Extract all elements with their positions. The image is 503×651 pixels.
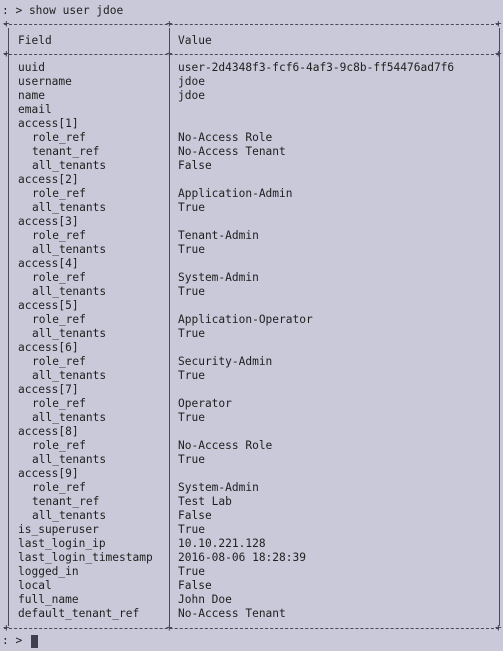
- cursor[interactable]: [31, 635, 38, 648]
- table-row-field: access[7]: [18, 383, 79, 396]
- table-row-field: default_tenant_ref: [18, 607, 140, 620]
- table-row-field: username: [18, 75, 72, 88]
- table-row-value: Application-Operator: [178, 313, 313, 326]
- table-left-border: [8, 28, 9, 626]
- table-row-field: tenant_ref: [32, 495, 100, 508]
- table-row-field: access[2]: [18, 173, 79, 186]
- table-row-value: No-Access Role: [178, 439, 273, 452]
- table-row-field: name: [18, 89, 45, 102]
- command-line: : > show user jdoe: [2, 4, 124, 17]
- table-row-value: 2016-08-06 18:28:39: [178, 551, 306, 564]
- table-row-field: all_tenants: [32, 285, 107, 298]
- table-row-field: all_tenants: [32, 453, 107, 466]
- table-row-field: access[6]: [18, 341, 79, 354]
- table-row-value: Security-Admin: [178, 355, 273, 368]
- table-row-field: last_login_timestamp: [18, 551, 153, 564]
- table-row-field: all_tenants: [32, 509, 107, 522]
- table-row-value: False: [178, 579, 212, 592]
- table-row-field: all_tenants: [32, 411, 107, 424]
- table-row-field: all_tenants: [32, 327, 107, 340]
- table-row-field: email: [18, 103, 52, 116]
- table-top-border: [4, 24, 499, 25]
- table-row-value: jdoe: [178, 89, 205, 102]
- table-corner: +: [166, 621, 173, 634]
- table-row-value: Test Lab: [178, 495, 232, 508]
- table-row-field: logged_in: [18, 565, 79, 578]
- table-row-field: access[1]: [18, 117, 79, 130]
- table-bottom-border: [4, 628, 499, 629]
- table-row-field: role_ref: [32, 481, 86, 494]
- table-row-value: No-Access Tenant: [178, 145, 286, 158]
- table-row-value: System-Admin: [178, 481, 259, 494]
- table-row-value: True: [178, 201, 205, 214]
- table-row-field: role_ref: [32, 131, 86, 144]
- table-row-value: True: [178, 565, 205, 578]
- table-row-value: True: [178, 327, 205, 340]
- table-row-field: last_login_ip: [18, 537, 106, 550]
- table-row-field: is_superuser: [18, 523, 99, 536]
- table-row-value: Application-Admin: [178, 187, 293, 200]
- table-row-field: tenant_ref: [32, 145, 100, 158]
- table-row-field: local: [18, 579, 52, 592]
- table-row-value: user-2d4348f3-fcf6-4af3-9c8b-ff54476ad7f…: [178, 61, 455, 74]
- table-row-value: John Doe: [178, 593, 232, 606]
- table-row-value: jdoe: [178, 75, 205, 88]
- table-row-value: False: [178, 159, 212, 172]
- table-row-value: No-Access Role: [178, 131, 273, 144]
- table-row-value: No-Access Tenant: [178, 607, 286, 620]
- table-row-field: all_tenants: [32, 243, 107, 256]
- table-row-field: access[3]: [18, 215, 79, 228]
- prompt: : >: [2, 634, 23, 647]
- table-row-value: False: [178, 509, 212, 522]
- table-row-field: role_ref: [32, 229, 86, 242]
- table-row-value: True: [178, 369, 205, 382]
- table-row-value: True: [178, 453, 205, 466]
- table-row-field: access[5]: [18, 299, 79, 312]
- table-row-field: full_name: [18, 593, 79, 606]
- table-row-field: all_tenants: [32, 201, 107, 214]
- table-row-field: access[8]: [18, 425, 79, 438]
- table-row-value: True: [178, 243, 205, 256]
- table-right-border: [499, 28, 500, 626]
- table-corner: +: [495, 621, 502, 634]
- table-row-field: role_ref: [32, 313, 86, 326]
- table-row-value: True: [178, 523, 205, 536]
- table-row-field: uuid: [18, 61, 45, 74]
- table-row-value: 10.10.221.128: [178, 537, 266, 550]
- header-separator: [4, 54, 499, 55]
- table-row-field: role_ref: [32, 397, 86, 410]
- table-row-field: role_ref: [32, 187, 86, 200]
- table-row-field: role_ref: [32, 271, 86, 284]
- header-field: Field: [18, 34, 52, 47]
- table-column-separator: [169, 28, 170, 626]
- table-row-value: True: [178, 411, 205, 424]
- table-row-field: access[9]: [18, 467, 79, 480]
- table-row-field: role_ref: [32, 355, 86, 368]
- table-row-value: Tenant-Admin: [178, 229, 259, 242]
- terminal-window[interactable]: : > show user jdoe + + + Field Value + +…: [0, 0, 503, 651]
- table-row-value: System-Admin: [178, 271, 259, 284]
- table-row-field: role_ref: [32, 439, 86, 452]
- table-row-field: all_tenants: [32, 159, 107, 172]
- table-row-field: access[4]: [18, 257, 79, 270]
- table-row-value: Operator: [178, 397, 232, 410]
- header-value: Value: [178, 34, 212, 47]
- table-row-field: all_tenants: [32, 369, 107, 382]
- table-corner: +: [3, 621, 10, 634]
- table-row-value: True: [178, 285, 205, 298]
